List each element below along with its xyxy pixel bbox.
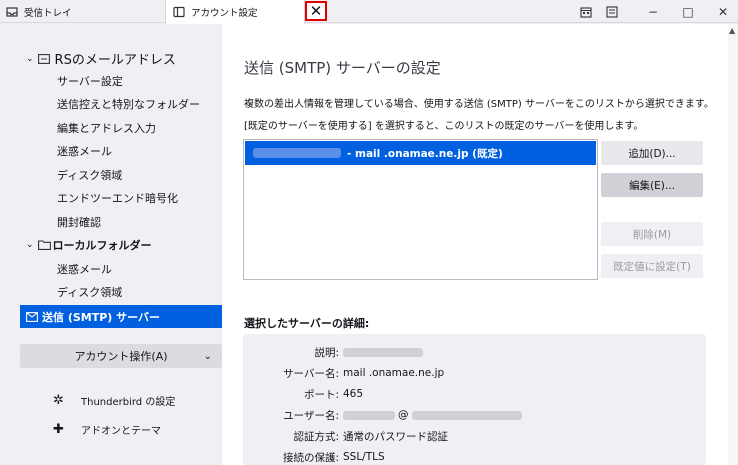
sidebar-item-junk[interactable]: 迷惑メール [57,140,112,161]
calendar-icon[interactable] [572,0,600,23]
thunderbird-settings-link[interactable]: ✲ Thunderbird の設定 [53,393,176,408]
edit-button[interactable]: 編集(E)... [601,173,703,197]
tab-inbox[interactable]: 受信トレイ [0,0,165,23]
addons-themes-label: アドオンとテーマ [81,426,161,437]
add-button[interactable]: 追加(D)... [601,141,703,165]
detail-description: 説明: [243,342,706,362]
sidebar-item-server-settings[interactable]: サーバー設定 [57,70,123,91]
account-settings-icon [173,6,185,18]
detail-username: ユーザー名: @ [243,405,706,425]
local-folders-label: ローカルフォルダー [52,238,152,252]
tab-bar: 受信トレイ アカウント設定 ✕ − □ ✕ [0,0,738,24]
close-icon: ✕ [309,2,323,20]
sidebar-item-receipts[interactable]: 開封確認 [57,211,101,232]
detail-port: ポート: 465 [303,388,364,401]
maximize-button[interactable]: □ [674,0,702,23]
addons-themes-link[interactable]: ✚ アドオンとテーマ [53,422,161,437]
chevron-down-icon: ⌄ [26,239,34,250]
tasks-icon[interactable] [598,0,626,23]
redacted-text [343,347,423,357]
chevron-down-icon: ⌄ [26,53,34,64]
account-actions-label: アカウント操作(A) [74,350,168,363]
detail-server-name: サーバー名: mail .onamae.ne.jp [283,367,445,380]
page-description: 複数の差出人情報を管理している場合、使用する送信 (SMTP) サーバーをこのリ… [244,99,714,132]
sidebar-item-copies-folders[interactable]: 送信控えと特別なフォルダー [57,93,200,114]
outgoing-mail-icon [26,311,38,322]
chevron-down-icon: ⌄ [203,350,212,362]
sidebar-item-local-disk[interactable]: ディスク領域 [57,281,122,302]
sidebar-item-disk-space[interactable]: ディスク領域 [57,164,122,185]
window-close-button[interactable]: ✕ [709,0,737,23]
account-sidebar: ⌄ RSのメールアドレス サーバー設定 送信控えと特別なフォルダー 編集とアドレ… [0,24,222,465]
set-default-button[interactable]: 既定値に設定(T) [601,254,703,278]
scrollbar[interactable]: ▲ [728,24,738,465]
tab-inbox-label: 受信トレイ [24,7,72,19]
detail-connection-security: 接続の保護: SSL/TLS [282,451,385,464]
chevron-up-icon[interactable]: ▲ [729,26,735,35]
detail-auth-method: 認証方式: 通常のパスワード認証 [293,430,448,443]
tab-account-settings[interactable]: アカウント設定 [165,0,305,24]
sidebar-item-composition[interactable]: 編集とアドレス入力 [57,117,156,138]
redacted-text [343,410,395,420]
remove-button[interactable]: 削除(M) [601,222,703,246]
redacted-text [253,148,341,158]
sidebar-item-smtp[interactable]: 送信 (SMTP) サーバー [20,305,222,328]
smtp-settings-panel: 送信 (SMTP) サーバーの設定 複数の差出人情報を管理している場合、使用する… [222,24,728,465]
redacted-text [411,410,522,420]
gear-icon: ✲ [53,393,64,408]
list-item[interactable]: - mail .onamae.ne.jp (既定) [245,141,596,165]
sidebar-item-e2e[interactable]: エンドツーエンド暗号化 [57,187,178,208]
sidebar-local-folders[interactable]: ⌄ ローカルフォルダー [26,234,152,255]
account-actions-button[interactable]: アカウント操作(A) ⌄ [20,344,222,368]
details-title: 選択したサーバーの詳細: [244,317,370,330]
smtp-server-list[interactable]: - mail .onamae.ne.jp (既定) [243,139,598,280]
page-title: 送信 (SMTP) サーバーの設定 [244,59,441,77]
smtp-label: 送信 (SMTP) サーバー [42,310,161,324]
account-name: RSのメールアドレス [54,53,176,68]
puzzle-icon: ✚ [53,422,64,437]
tab-close-button[interactable]: ✕ [305,1,327,21]
thunderbird-settings-label: Thunderbird の設定 [81,397,176,408]
sidebar-account[interactable]: ⌄ RSのメールアドレス [26,48,176,69]
server-entry-label: - mail .onamae.ne.jp (既定) [347,147,503,160]
inbox-icon [6,6,18,17]
minimize-button[interactable]: − [639,0,667,23]
folder-icon [37,239,51,250]
sidebar-item-local-junk[interactable]: 迷惑メール [57,258,112,279]
server-details: 説明: サーバー名: mail .onamae.ne.jp ポート: 465 ユ… [243,334,706,465]
tab-account-settings-label: アカウント設定 [191,8,258,19]
mail-icon [37,53,50,64]
